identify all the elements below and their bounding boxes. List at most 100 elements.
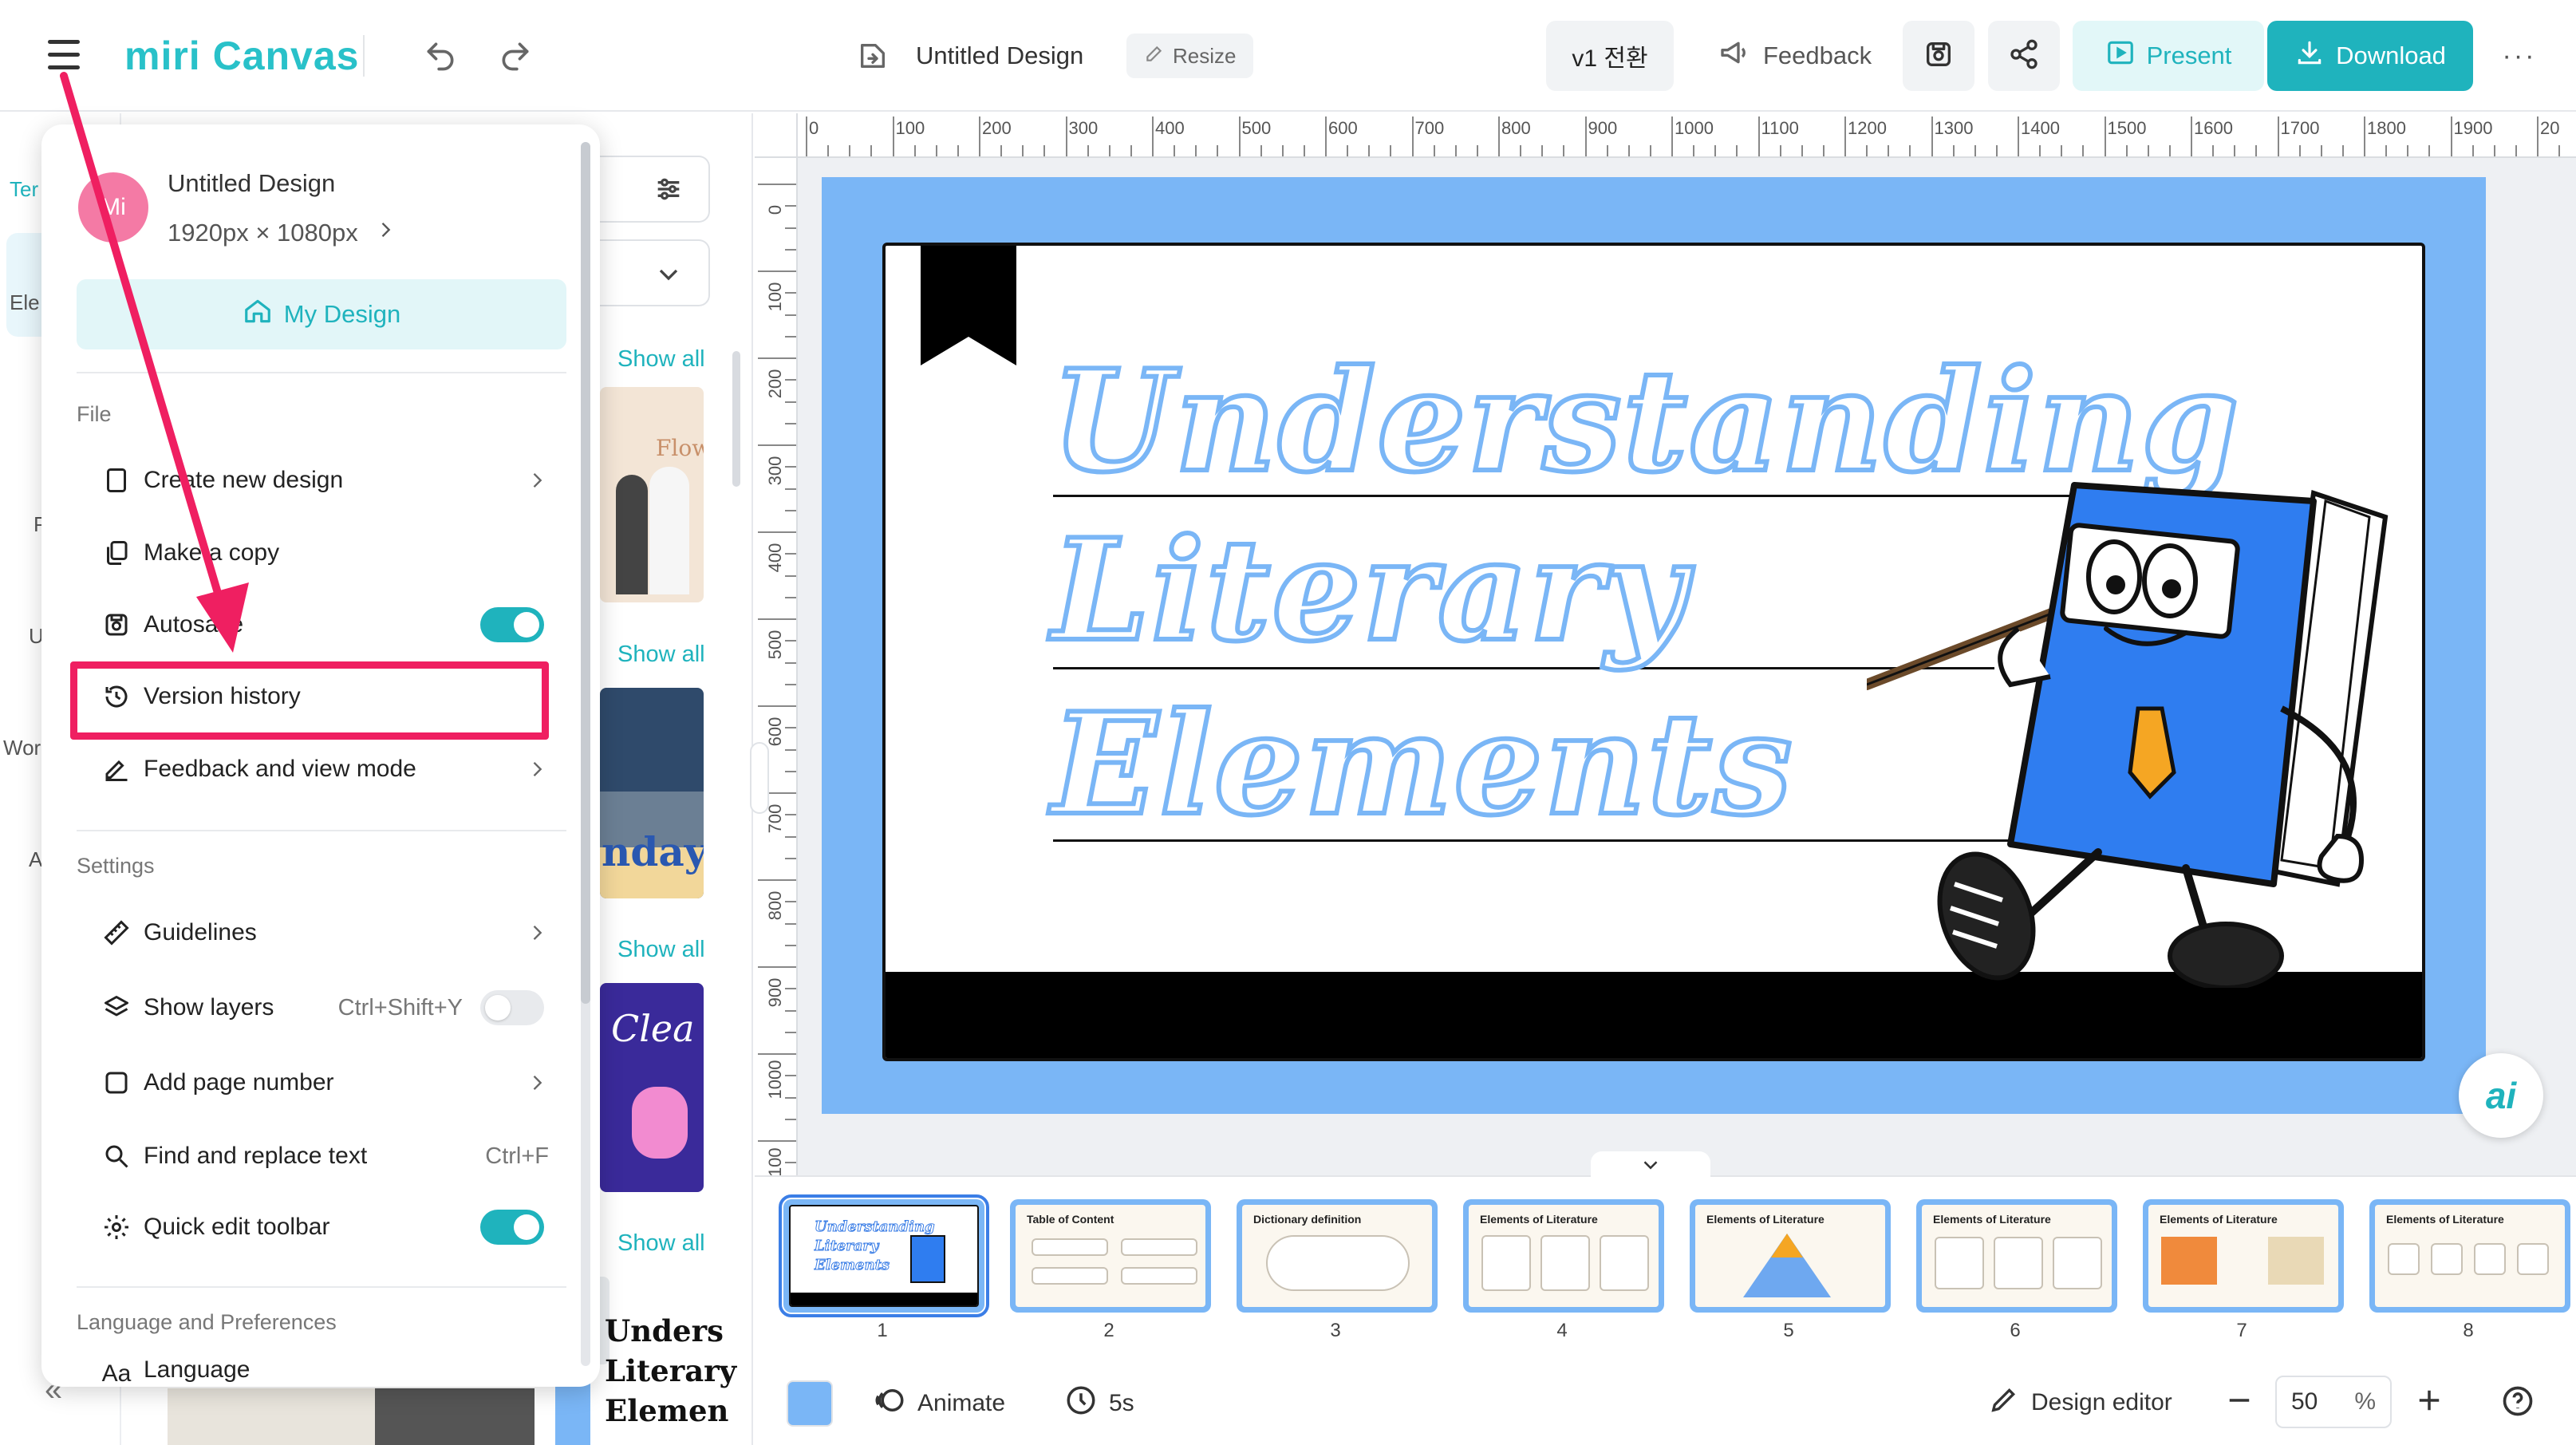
show-layers-toggle[interactable] — [480, 990, 544, 1025]
page-thumbnail-1[interactable]: Understanding Literary Elements — [779, 1194, 989, 1317]
slide-title-line-3[interactable]: Elements — [1049, 681, 1794, 849]
page-number-icon — [99, 1065, 134, 1100]
thumb-box — [1032, 1238, 1108, 1256]
template-thumb-photo[interactable] — [375, 1388, 535, 1445]
bookmark-icon[interactable] — [921, 243, 1016, 365]
animate-button[interactable]: Animate — [873, 1384, 1005, 1423]
menu-item-guidelines[interactable]: Guidelines — [77, 905, 566, 961]
share-button[interactable] — [1988, 21, 2060, 91]
template-thumb-sunday[interactable]: nday — [600, 688, 704, 898]
folder-move-icon[interactable] — [854, 37, 892, 75]
ai-assistant-button[interactable]: ai — [2459, 1053, 2543, 1138]
show-all-link[interactable]: Show all — [617, 346, 705, 373]
page-thumb-content: Elements of Literature — [1469, 1205, 1659, 1307]
feedback-button[interactable]: Feedback — [1707, 21, 1883, 91]
app-logo[interactable]: miri Canvas — [124, 32, 359, 80]
template-thumb-wedding[interactable]: Flow — [600, 387, 704, 602]
menu-item-quick-edit-toolbar[interactable]: Quick edit toolbar — [77, 1199, 566, 1255]
ruler-h-label: 900 — [1588, 118, 1618, 138]
ruler-tick — [785, 379, 796, 381]
menu-item-find-replace[interactable]: Find and replace text Ctrl+F — [77, 1128, 566, 1184]
zoom-out-icon[interactable] — [2223, 1384, 2256, 1417]
menu-item-add-page-number[interactable]: Add page number — [77, 1055, 566, 1111]
background-color-swatch[interactable] — [787, 1380, 833, 1427]
more-options-icon[interactable]: ··· — [2497, 35, 2542, 77]
ruler-tick — [785, 509, 796, 511]
ruler-tick — [2298, 145, 2301, 156]
page-thumbnail-2[interactable]: Table of Content — [1010, 1199, 1211, 1313]
ruler-tick — [785, 857, 796, 859]
show-all-link[interactable]: Show all — [617, 937, 705, 963]
ruler-tick — [785, 596, 796, 598]
ruler-tick — [758, 270, 796, 272]
version-switch-button[interactable]: v1 전환 — [1546, 21, 1674, 91]
design-editor-button[interactable]: Design editor — [1988, 1384, 2172, 1422]
panel-scrollbar[interactable] — [732, 351, 740, 487]
menu-item-make-a-copy[interactable]: Make a copy — [77, 525, 566, 581]
zoom-in-icon[interactable] — [2412, 1384, 2446, 1417]
ruler-tick — [913, 145, 916, 156]
undo-icon[interactable] — [420, 35, 461, 77]
page-thumbnail-4[interactable]: Elements of Literature — [1463, 1199, 1664, 1313]
figure-shape — [632, 1087, 688, 1159]
menu-item-create-new-design[interactable]: Create new design — [77, 452, 566, 508]
ruler-tick — [1476, 145, 1478, 156]
thumb-box — [1121, 1238, 1197, 1256]
ruler-h-label: 1700 — [2280, 118, 2320, 138]
page-thumbnail-3[interactable]: Dictionary definition — [1237, 1199, 1438, 1313]
ruler-tick — [785, 1096, 796, 1099]
document-title[interactable]: Untitled Design — [916, 35, 1083, 77]
ruler-h-label: 1000 — [1675, 118, 1714, 138]
rail-item-workspace[interactable]: Wor — [3, 736, 41, 760]
my-design-button[interactable]: My Design — [77, 279, 566, 349]
menu-scrollbar[interactable] — [581, 142, 590, 1004]
ruler-h-label: 1400 — [2021, 118, 2060, 138]
ruler-tick — [1714, 145, 1717, 156]
page-thumbnail-5[interactable]: Elements of Literature — [1690, 1199, 1891, 1313]
panel-resize-handle[interactable] — [750, 742, 769, 814]
ruler-h-label: 1800 — [2367, 118, 2406, 138]
menu-hamburger-icon[interactable] — [40, 30, 88, 78]
book-mascot-illustration[interactable] — [1867, 469, 2425, 988]
vertical-ruler[interactable]: 0 100 200 300 400 500 600 700 800 900 1000 1100 — [755, 158, 798, 1207]
page-duration-button[interactable]: 5s — [1064, 1384, 1134, 1423]
ruler-tick — [785, 466, 796, 468]
menu-item-autosave[interactable]: Autosave — [77, 597, 566, 653]
rail-item-templates[interactable]: Ter — [10, 177, 38, 202]
menu-item-language[interactable]: Aa Language — [77, 1356, 566, 1387]
page-thumb-content: Dictionary definition — [1242, 1205, 1432, 1307]
resize-button[interactable]: Resize — [1126, 34, 1254, 78]
zoom-input[interactable]: 50 % — [2275, 1376, 2392, 1428]
template-thumb-clean[interactable]: Clea — [600, 983, 704, 1192]
ruler-v-label: 1000 — [765, 1060, 785, 1100]
ruler-tick — [785, 988, 796, 990]
slide-title-line-2[interactable]: Literary — [1049, 507, 1688, 675]
ruler-tick — [849, 145, 851, 156]
autosave-toggle[interactable] — [480, 607, 544, 642]
filter-icon[interactable] — [653, 173, 684, 209]
page-thumbnail-7[interactable]: Elements of Literature — [2143, 1199, 2344, 1313]
menu-item-feedback-view-mode[interactable]: Feedback and view mode — [77, 741, 566, 797]
quick-edit-toggle[interactable] — [480, 1210, 544, 1245]
ruler-tick — [785, 1118, 796, 1120]
horizontal-ruler[interactable]: 0 100 200 300 400 500 600 700 800 900 1000 1100 1200… — [798, 113, 2576, 158]
slide-frame[interactable]: Understanding Literary Elements — [882, 243, 2425, 1061]
save-button[interactable] — [1903, 21, 1974, 91]
page-thumbnail-6[interactable]: Elements of Literature — [1916, 1199, 2117, 1313]
redo-icon[interactable] — [495, 35, 536, 77]
ruler-h-label: 200 — [982, 118, 1012, 138]
help-icon[interactable] — [2500, 1384, 2535, 1419]
menu-design-size[interactable]: 1920px × 1080px — [168, 219, 396, 247]
ruler-v-label: 900 — [765, 977, 785, 1008]
rail-item-elements[interactable]: Ele — [10, 290, 40, 315]
page-thumbnail-8[interactable]: Elements of Literature — [2369, 1199, 2570, 1313]
slide-canvas[interactable]: Understanding Literary Elements — [822, 177, 2486, 1114]
strip-collapse-chevron-icon[interactable] — [1591, 1151, 1710, 1179]
show-all-link[interactable]: Show all — [617, 1230, 705, 1257]
rail-item-apps[interactable]: A — [29, 847, 42, 872]
download-button[interactable]: Download — [2267, 21, 2473, 91]
ruler-h-label: 20 — [2540, 118, 2560, 138]
show-all-link[interactable]: Show all — [617, 642, 705, 668]
menu-item-show-layers[interactable]: Show layers Ctrl+Shift+Y — [77, 980, 566, 1036]
present-button[interactable]: Present — [2073, 21, 2264, 91]
